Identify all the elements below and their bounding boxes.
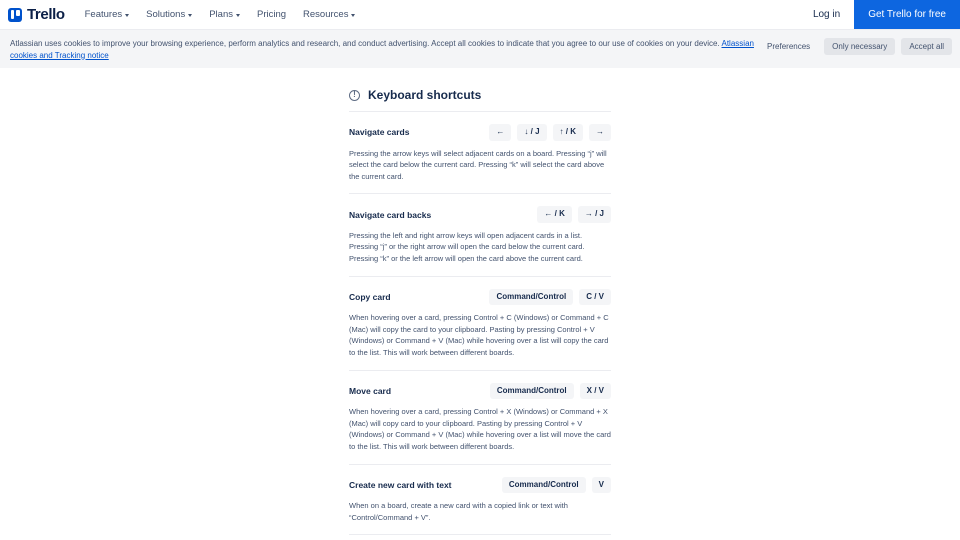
shortcut-row: Navigate card backs ← / K → / J Pressing th… (349, 194, 611, 277)
key-badge: Command/Control (501, 476, 586, 493)
shortcut-name: Move card (349, 385, 392, 396)
key-badge: X / V (579, 382, 611, 399)
nav-link-solutions[interactable]: Solutions (146, 9, 193, 20)
page-header: ! Keyboard shortcuts (349, 88, 611, 113)
navbar-actions: Log in Get Trello for free (799, 0, 960, 29)
brand-name: Trello (27, 6, 65, 23)
key-badge: V (591, 476, 611, 493)
nav-link-label: Plans (209, 9, 233, 20)
info-icon: ! (349, 89, 360, 101)
shortcut-row: Move card Command/Control X / V When hoveri… (349, 371, 611, 465)
nav-link-resources[interactable]: Resources (303, 9, 356, 20)
page-body: ! Keyboard shortcuts Navigate cards ← ↓ / … (0, 68, 960, 540)
shortcut-keys: Command/Control X / V (489, 382, 611, 399)
cookie-banner-text: Atlassian uses cookies to improve your b… (10, 37, 755, 61)
cookie-banner-actions: Preferences Only necessary Accept all (759, 38, 952, 55)
shortcut-row: Create new card with text Command/Control… (349, 465, 611, 536)
nav-link-label: Features (84, 9, 123, 20)
nav-link-label: Solutions (146, 9, 186, 20)
shortcut-list: Navigate cards ← ↓ / J ↑ / K → Pressing the a… (349, 112, 611, 540)
shortcut-name: Create new card with text (349, 479, 452, 490)
shortcut-description: Pressing the arrow keys will select adja… (349, 148, 607, 181)
shortcut-header: Create new card with text Command/Control… (349, 476, 611, 493)
shortcut-header: Navigate cards ← ↓ / J ↑ / K → (349, 124, 611, 141)
shortcut-description: When hovering over a card, pressing Cont… (349, 313, 609, 357)
shortcut-name: Copy card (349, 291, 391, 302)
shortcut-keys: Command/Control V (501, 476, 611, 493)
cookie-accept-all-button[interactable]: Accept all (901, 38, 952, 55)
primary-nav: Features Solutions Plans Pricing Resources (85, 9, 356, 20)
shortcut-description: Pressing the left and right arrow keys w… (349, 230, 585, 264)
key-badge: ← / K (537, 206, 572, 223)
shortcut-header: Navigate card backs ← / K → / J (349, 206, 611, 223)
key-badge: → / J (577, 206, 611, 223)
shortcut-keys: ← / K → / J (537, 206, 611, 223)
key-badge: ↑ / K (552, 124, 583, 141)
key-badge: C / V (579, 288, 611, 306)
trello-logo[interactable]: Trello (8, 6, 65, 23)
shortcut-description: When on a board, create a new card with … (349, 500, 568, 522)
cookie-consent-banner: Atlassian uses cookies to improve your b… (0, 30, 960, 69)
chevron-down-icon (188, 13, 193, 17)
trello-board-icon (8, 7, 22, 22)
nav-link-label: Resources (303, 9, 349, 20)
key-badge: Command/Control (489, 382, 574, 399)
key-badge: ← (489, 124, 512, 141)
nav-link-plans[interactable]: Plans (209, 9, 240, 20)
chevron-down-icon (235, 13, 240, 17)
cookie-only-necessary-button[interactable]: Only necessary (824, 38, 896, 55)
shortcut-row: Attach linkCommand/ControlVWhen viewing … (349, 535, 611, 540)
shortcut-row: Navigate cards ← ↓ / J ↑ / K → Pressing the a… (349, 112, 611, 195)
top-navbar: Trello Features Solutions Plans Pricing Reso… (0, 0, 960, 30)
info-icon-glyph: ! (353, 89, 356, 99)
login-button[interactable]: Log in (799, 0, 854, 29)
nav-link-features[interactable]: Features (85, 9, 130, 20)
key-badge: Command/Control (489, 288, 574, 306)
shortcut-header: Copy card Command/Control C / V (349, 288, 611, 306)
nav-link-label: Pricing (256, 9, 287, 20)
cookie-preferences-button[interactable]: Preferences (759, 38, 818, 55)
shortcut-header: Move card Command/Control X / V (349, 382, 611, 399)
key-badge: ↓ / J (517, 124, 547, 141)
key-badge: → (589, 124, 611, 141)
shortcut-name: Navigate cards (349, 127, 410, 138)
shortcut-keys: Command/Control C / V (489, 288, 611, 306)
shortcut-row: Copy card Command/Control C / V When hoveri… (349, 277, 611, 371)
page-title: Keyboard shortcuts (368, 88, 482, 103)
shortcut-description: When hovering over a card, pressing Cont… (349, 407, 611, 451)
get-trello-for-free-button[interactable]: Get Trello for free (854, 0, 960, 29)
shortcut-name: Navigate card backs (349, 209, 432, 220)
shortcut-keys: ← ↓ / J ↑ / K → (489, 124, 611, 141)
chevron-down-icon (125, 13, 130, 17)
chevron-down-icon (351, 13, 356, 17)
cookie-banner-message: Atlassian uses cookies to improve your b… (10, 39, 722, 48)
nav-link-pricing[interactable]: Pricing (257, 9, 286, 20)
shortcuts-content: ! Keyboard shortcuts Navigate cards ← ↓ / … (349, 88, 611, 540)
